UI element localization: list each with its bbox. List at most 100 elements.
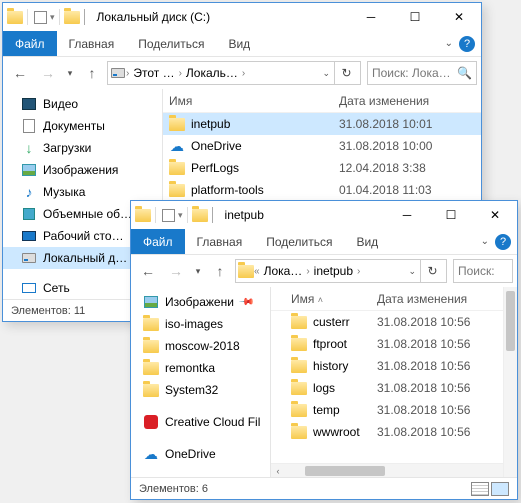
tree-item-label: moscow-2018 xyxy=(165,339,240,353)
column-name[interactable]: Имя xyxy=(163,94,333,108)
ribbon-tabs: Файл Главная Поделиться Вид ⌄? xyxy=(3,31,481,57)
chevron-down-icon[interactable]: ⌄ xyxy=(481,236,489,247)
tab-share[interactable]: Поделиться xyxy=(126,31,216,56)
tab-file[interactable]: Файл xyxy=(131,229,185,254)
minimize-button[interactable]: ─ xyxy=(349,3,393,31)
tree-item-label: Сеть xyxy=(43,281,70,295)
status-bar: Элементов: 6 xyxy=(131,477,517,499)
help-icon[interactable]: ? xyxy=(459,36,475,52)
column-date[interactable]: Дата изменения xyxy=(371,292,517,306)
close-button[interactable]: ✕ xyxy=(473,201,517,229)
file-date: 31.08.2018 10:56 xyxy=(371,359,517,373)
tree-item[interactable]: remontka xyxy=(131,357,270,379)
titlebar[interactable]: ▾ Локальный диск (C:) ─ ☐ ✕ xyxy=(3,3,481,31)
tree-item[interactable]: System32 xyxy=(131,379,270,401)
file-name: PerfLogs xyxy=(191,161,239,175)
file-date: 31.08.2018 10:56 xyxy=(371,315,517,329)
column-name[interactable]: Имя ˄ xyxy=(285,292,371,306)
back-button[interactable]: ← xyxy=(135,258,161,284)
list-row[interactable]: ftproot31.08.2018 10:56 xyxy=(271,333,517,355)
tree-item-label: Видео xyxy=(43,97,78,111)
list-row[interactable]: temp31.08.2018 10:56 xyxy=(271,399,517,421)
tree-item-label: OneDrive xyxy=(165,447,216,461)
tree-item[interactable]: moscow-2018 xyxy=(131,335,270,357)
nav-tree[interactable]: Изображени 📌 iso-images moscow-2018 remontka… xyxy=(131,287,271,477)
tree-item[interactable]: ↓Загрузки xyxy=(3,137,162,159)
tab-home[interactable]: Главная xyxy=(185,229,255,254)
address-bar[interactable]: « Лока…› inetpub› ⌄ ↻ xyxy=(235,259,447,283)
forward-button[interactable]: → xyxy=(35,60,61,86)
list-row[interactable]: inetpub31.08.2018 10:01 xyxy=(163,113,481,135)
tree-item-label: Документы xyxy=(43,119,105,133)
tree-item-label: System32 xyxy=(165,383,218,397)
tree-item[interactable]: Документы xyxy=(3,115,162,137)
list-row[interactable]: PerfLogs12.04.2018 3:38 xyxy=(163,157,481,179)
tree-item[interactable]: Изображения xyxy=(3,159,162,181)
tab-share[interactable]: Поделиться xyxy=(254,229,344,254)
tree-item[interactable]: Видео xyxy=(3,93,162,115)
up-button[interactable]: ↑ xyxy=(207,258,233,284)
icons-view-icon[interactable] xyxy=(491,482,509,496)
forward-button[interactable]: → xyxy=(163,258,189,284)
file-date: 31.08.2018 10:56 xyxy=(371,337,517,351)
list-row[interactable]: ☁OneDrive31.08.2018 10:00 xyxy=(163,135,481,157)
recent-dropdown[interactable]: ▾ xyxy=(191,258,205,284)
maximize-button[interactable]: ☐ xyxy=(429,201,473,229)
vertical-scrollbar[interactable] xyxy=(503,287,517,477)
file-name: inetpub xyxy=(191,117,230,131)
column-date[interactable]: Дата изменения xyxy=(333,94,481,108)
tree-item-label: Creative Cloud Fil xyxy=(165,415,260,429)
tab-home[interactable]: Главная xyxy=(57,31,127,56)
file-name: logs xyxy=(313,381,335,395)
list-row[interactable]: history31.08.2018 10:56 xyxy=(271,355,517,377)
tree-item[interactable]: ☁OneDrive xyxy=(131,443,270,465)
details-view-icon[interactable] xyxy=(471,482,489,496)
up-button[interactable]: ↑ xyxy=(79,60,105,86)
file-name: wwwroot xyxy=(313,425,360,439)
properties-icon[interactable] xyxy=(32,9,48,25)
address-bar[interactable]: › Этот …› Локаль…› ⌄ ↻ xyxy=(107,61,361,85)
window-title: Локальный диск (C:) xyxy=(91,10,217,24)
tree-item-label: Загрузки xyxy=(43,141,91,155)
refresh-icon[interactable]: ↻ xyxy=(334,62,358,84)
list-row[interactable]: wwwroot 31.08.2018 10:56 xyxy=(271,421,517,443)
file-date: 31.08.2018 10:56 xyxy=(371,425,517,439)
file-date: 31.08.2018 10:00 xyxy=(333,139,481,153)
file-name: platform-tools xyxy=(191,183,264,197)
file-date: 01.04.2018 11:03 xyxy=(333,183,481,197)
list-row[interactable]: custerr31.08.2018 10:56 xyxy=(271,311,517,333)
list-row[interactable]: platform-tools 01.04.2018 11:03 xyxy=(163,179,481,201)
window-title: inetpub xyxy=(219,208,270,222)
tab-view[interactable]: Вид xyxy=(344,229,390,254)
properties-icon[interactable] xyxy=(160,207,176,223)
search-input[interactable]: Поиск: Лока…🔍 xyxy=(367,61,477,85)
tree-item[interactable]: iso-images xyxy=(131,313,270,335)
minimize-button[interactable]: ─ xyxy=(385,201,429,229)
tree-item[interactable]: Изображени 📌 xyxy=(131,291,270,313)
explorer-window-inetpub: ▾ inetpub ─ ☐ ✕ Файл Главная Поделиться … xyxy=(130,200,518,500)
close-button[interactable]: ✕ xyxy=(437,3,481,31)
list-row[interactable]: logs 31.08.2018 10:56 xyxy=(271,377,517,399)
back-button[interactable]: ← xyxy=(7,60,33,86)
titlebar[interactable]: ▾ inetpub ─ ☐ ✕ xyxy=(131,201,517,229)
pin-icon: 📌 xyxy=(238,294,255,311)
tree-item-label: remontka xyxy=(165,361,215,375)
tree-item[interactable]: Creative Cloud Fil xyxy=(131,411,270,433)
tree-item-label: Объемные об… xyxy=(43,207,132,221)
tree-item-label: Изображения xyxy=(43,163,118,177)
help-icon[interactable]: ? xyxy=(495,234,511,250)
refresh-icon[interactable]: ↻ xyxy=(420,260,444,282)
file-date: 31.08.2018 10:56 xyxy=(371,381,517,395)
folder-icon xyxy=(135,207,151,223)
tab-view[interactable]: Вид xyxy=(216,31,262,56)
chevron-down-icon[interactable]: ⌄ xyxy=(445,38,453,49)
tree-item-label: Изображени xyxy=(165,295,234,309)
recent-dropdown[interactable]: ▾ xyxy=(63,60,77,86)
search-input[interactable]: Поиск: xyxy=(453,259,513,283)
maximize-button[interactable]: ☐ xyxy=(393,3,437,31)
tree-item-label: Локальный д… xyxy=(43,251,127,265)
tree-item-label: Рабочий сто… xyxy=(43,229,124,243)
tab-file[interactable]: Файл xyxy=(3,31,57,56)
file-list[interactable]: Имя ˄ Дата изменения custerr31.08.2018 1… xyxy=(271,287,517,477)
horizontal-scrollbar[interactable]: ‹› xyxy=(271,463,517,477)
